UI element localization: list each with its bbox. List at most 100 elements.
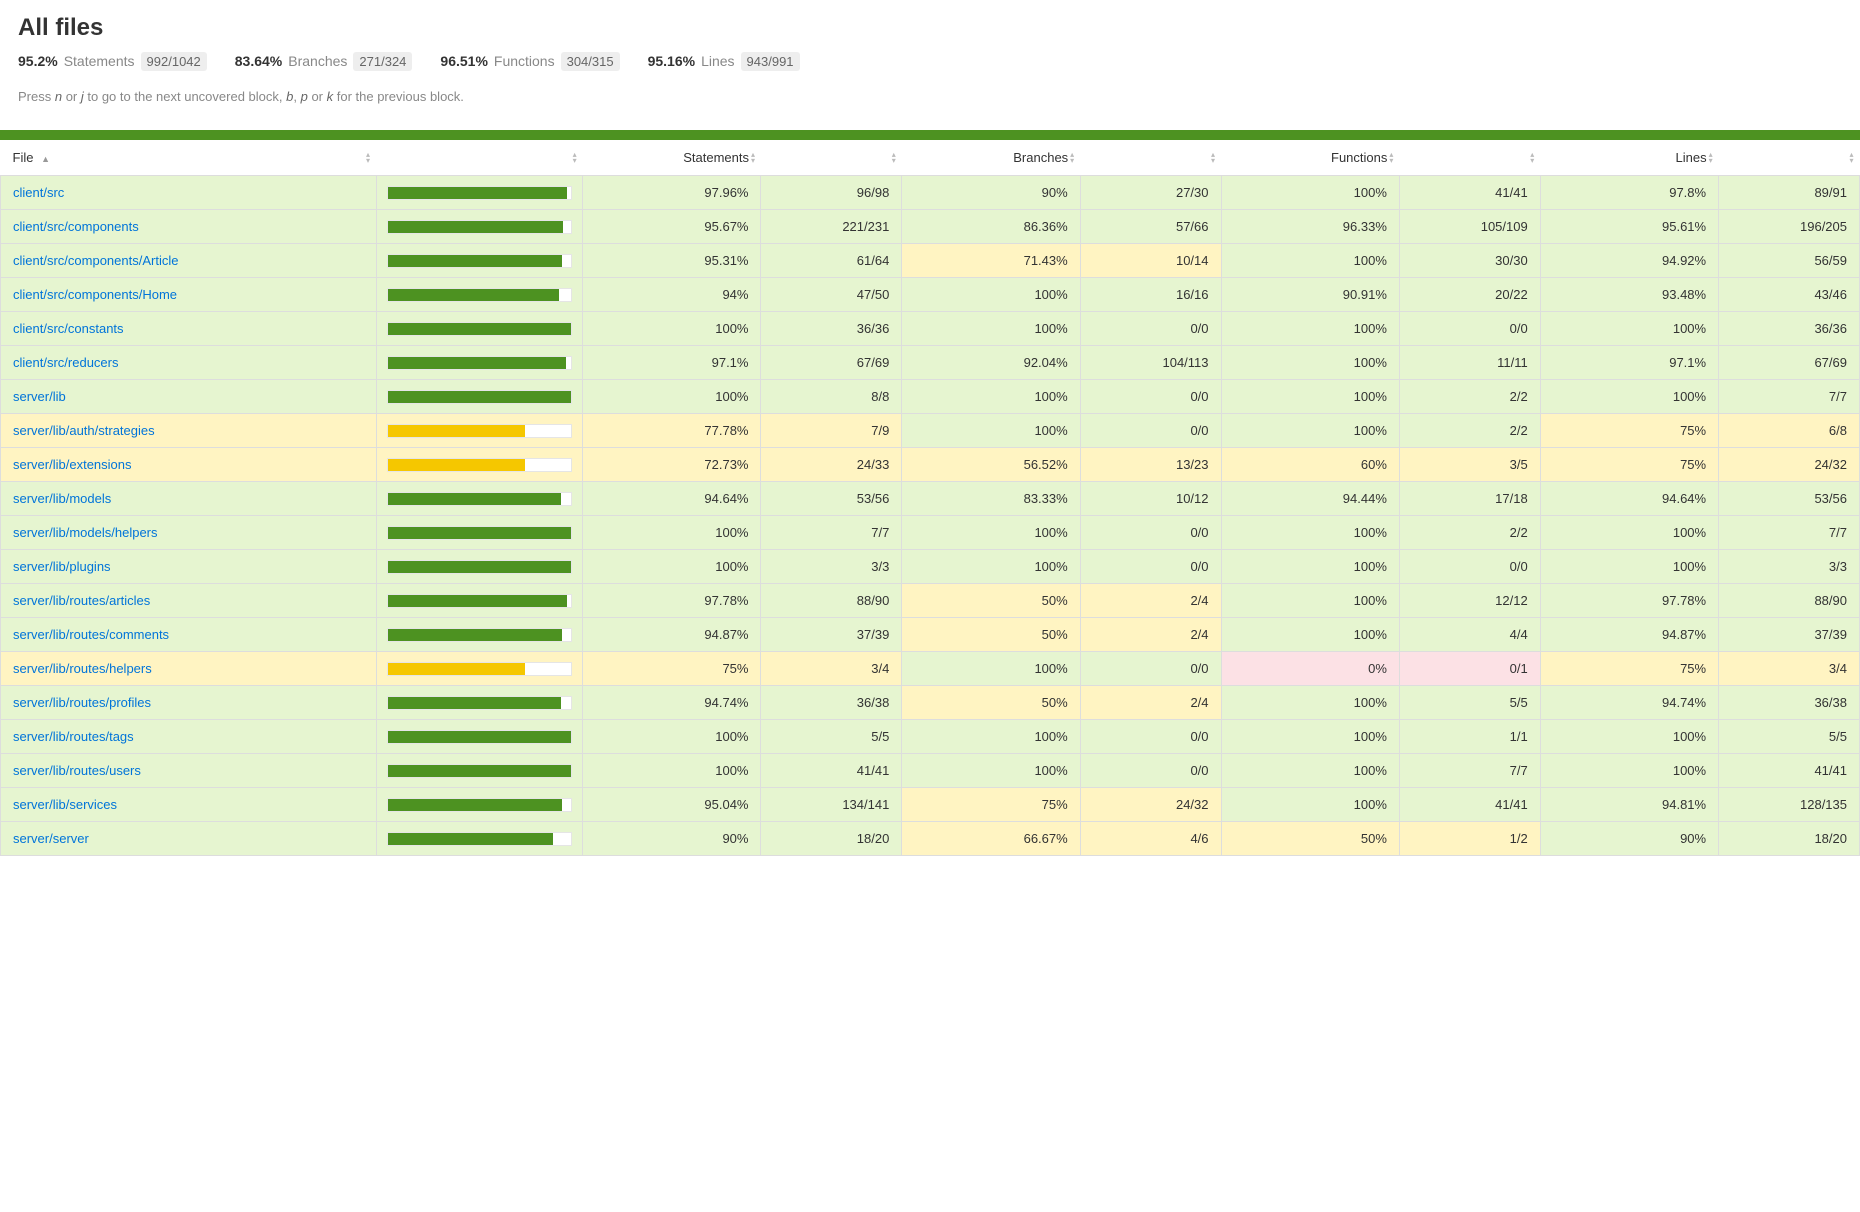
coverage-table: File ▲ ▴▾ ▴▾ Statements ▴▾ ▴▾ Branches ▴…: [0, 140, 1860, 856]
statements-pct: 95.04%: [583, 788, 761, 822]
statements-frac: 7/9: [761, 414, 902, 448]
table-row: server/lib/auth/strategies77.78%7/9100%0…: [1, 414, 1860, 448]
file-link[interactable]: client/src/components: [13, 219, 139, 234]
coverage-bar-cell: [376, 414, 583, 448]
file-link[interactable]: server/lib/auth/strategies: [13, 423, 155, 438]
statements-frac: 3/3: [761, 550, 902, 584]
summary-label: Branches: [288, 53, 347, 69]
table-row: server/lib/models/helpers100%7/7100%0/01…: [1, 516, 1860, 550]
lines-frac: 36/38: [1719, 686, 1860, 720]
file-link[interactable]: server/lib/models: [13, 491, 111, 506]
file-link[interactable]: client/src/constants: [13, 321, 124, 336]
table-row: client/src97.96%96/9890%27/30100%41/4197…: [1, 176, 1860, 210]
sort-icon: ▴▾: [1709, 152, 1713, 164]
lines-pct: 75%: [1540, 414, 1718, 448]
file-link[interactable]: server/lib/routes/tags: [13, 729, 134, 744]
file-cell: server/lib/routes/profiles: [1, 686, 377, 720]
lines-pct: 94.92%: [1540, 244, 1718, 278]
table-row: server/lib/extensions 72.73%24/3356.52%13…: [1, 448, 1860, 482]
file-link[interactable]: server/lib/models/helpers: [13, 525, 158, 540]
coverage-bar-cell: [376, 244, 583, 278]
branches-pct: 50%: [902, 618, 1080, 652]
file-link[interactable]: server/lib/plugins: [13, 559, 111, 574]
coverage-bar: [387, 220, 573, 234]
coverage-bar: [387, 492, 573, 506]
file-link[interactable]: server/lib/routes/profiles: [13, 695, 151, 710]
file-link[interactable]: server/lib: [13, 389, 66, 404]
coverage-bar-cell: [376, 176, 583, 210]
statements-frac: 41/41: [761, 754, 902, 788]
file-cell: server/lib/services: [1, 788, 377, 822]
branches-frac: 0/0: [1080, 754, 1221, 788]
lines-pct: 94.81%: [1540, 788, 1718, 822]
branches-frac: 2/4: [1080, 618, 1221, 652]
file-cell: client/src/components/Article: [1, 244, 377, 278]
col-header-branches[interactable]: Branches ▴▾: [902, 140, 1080, 176]
statements-frac: 7/7: [761, 516, 902, 550]
file-link[interactable]: client/src/components/Home: [13, 287, 177, 302]
file-cell: server/lib: [1, 380, 377, 414]
functions-frac: 1/2: [1399, 822, 1540, 856]
file-link[interactable]: server/server: [13, 831, 89, 846]
file-link[interactable]: server/lib/routes/users: [13, 763, 141, 778]
summary-item: 95.16%Lines943/991: [648, 52, 800, 71]
branches-frac: 24/32: [1080, 788, 1221, 822]
sort-asc-icon: ▲: [41, 154, 50, 164]
statements-pct: 100%: [583, 516, 761, 550]
col-header-statements[interactable]: Statements ▴▾: [583, 140, 761, 176]
file-link[interactable]: server/lib/extensions: [13, 457, 132, 472]
branches-frac: 13/23: [1080, 448, 1221, 482]
col-header-statements-frac[interactable]: ▴▾: [761, 140, 902, 176]
sort-icon: ▴▾: [1389, 152, 1393, 164]
table-row: client/src/components/Home94%47/50100%16…: [1, 278, 1860, 312]
statements-frac: 24/33: [761, 448, 902, 482]
file-link[interactable]: server/lib/routes/comments: [13, 627, 169, 642]
col-header-branches-frac[interactable]: ▴▾: [1080, 140, 1221, 176]
lines-frac: 5/5: [1719, 720, 1860, 754]
statements-pct: 72.73%: [583, 448, 761, 482]
file-cell: client/src/constants: [1, 312, 377, 346]
functions-pct: 0%: [1221, 652, 1399, 686]
statements-frac: 134/141: [761, 788, 902, 822]
summary-frac: 271/324: [353, 52, 412, 71]
col-header-bar[interactable]: ▴▾: [376, 140, 583, 176]
coverage-bar: [387, 560, 573, 574]
lines-pct: 94.64%: [1540, 482, 1718, 516]
table-row: server/lib/routes/comments94.87%37/3950%…: [1, 618, 1860, 652]
col-header-functions-frac[interactable]: ▴▾: [1399, 140, 1540, 176]
functions-pct: 50%: [1221, 822, 1399, 856]
branches-frac: 0/0: [1080, 550, 1221, 584]
lines-frac: 88/90: [1719, 584, 1860, 618]
table-row: client/src/constants100%36/36100%0/0100%…: [1, 312, 1860, 346]
branches-frac: 2/4: [1080, 686, 1221, 720]
functions-frac: 2/2: [1399, 414, 1540, 448]
file-link[interactable]: server/lib/routes/articles: [13, 593, 150, 608]
statements-pct: 95.67%: [583, 210, 761, 244]
file-link[interactable]: client/src/components/Article: [13, 253, 178, 268]
col-header-file[interactable]: File ▲ ▴▾: [1, 140, 377, 176]
file-link[interactable]: server/lib/routes/helpers: [13, 661, 152, 676]
file-link[interactable]: client/src/reducers: [13, 355, 118, 370]
statements-pct: 100%: [583, 380, 761, 414]
statements-frac: 8/8: [761, 380, 902, 414]
page-title: All files: [18, 14, 1842, 42]
sort-icon: ▴▾: [366, 152, 370, 164]
statements-pct: 100%: [583, 754, 761, 788]
sort-icon: ▴▾: [751, 152, 755, 164]
functions-pct: 100%: [1221, 550, 1399, 584]
file-link[interactable]: server/lib/services: [13, 797, 117, 812]
functions-frac: 41/41: [1399, 788, 1540, 822]
branches-pct: 56.52%: [902, 448, 1080, 482]
file-link[interactable]: client/src: [13, 185, 64, 200]
coverage-bar-cell: [376, 516, 583, 550]
branches-frac: 0/0: [1080, 312, 1221, 346]
col-header-lines[interactable]: Lines ▴▾: [1540, 140, 1718, 176]
functions-frac: 0/0: [1399, 312, 1540, 346]
lines-frac: 36/36: [1719, 312, 1860, 346]
col-header-functions[interactable]: Functions ▴▾: [1221, 140, 1399, 176]
functions-frac: 41/41: [1399, 176, 1540, 210]
coverage-bar-cell: [376, 686, 583, 720]
col-header-lines-frac[interactable]: ▴▾: [1719, 140, 1860, 176]
coverage-bar-cell: [376, 788, 583, 822]
lines-pct: 100%: [1540, 754, 1718, 788]
